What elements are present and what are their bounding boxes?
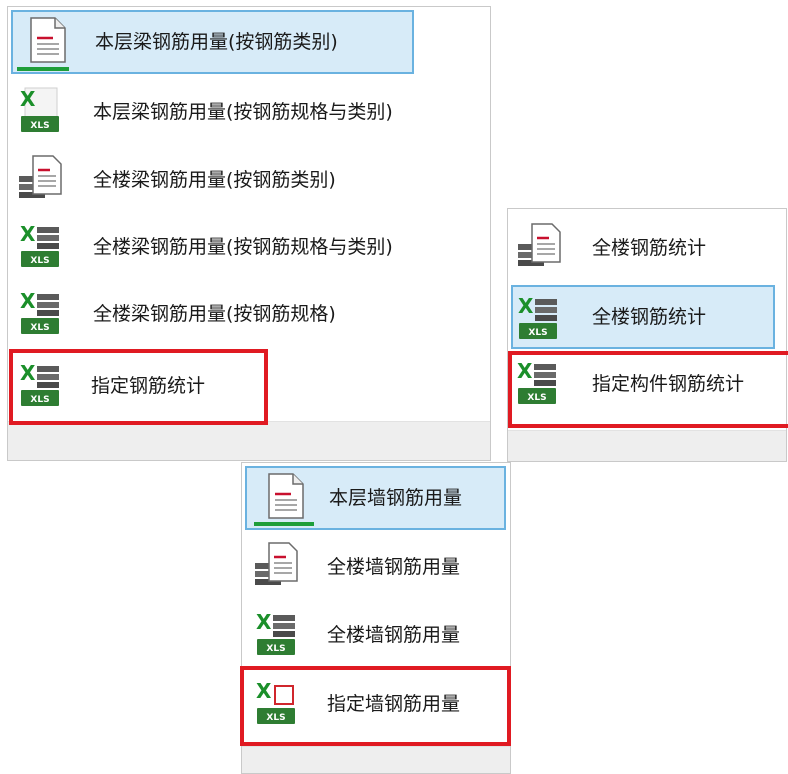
excel-stack-icon <box>17 360 63 410</box>
menu-item-label: 全楼墙钢筋用量 <box>327 556 461 578</box>
menu-item-label: 全楼梁钢筋用量(按钢筋类别) <box>93 169 336 191</box>
menu-item-label: 指定墙钢筋用量 <box>327 693 461 715</box>
document-stack-icon <box>253 541 299 591</box>
excel-box-icon <box>253 678 299 728</box>
excel-stack-icon <box>253 609 299 659</box>
beam-menu-item-building-by-type[interactable]: 全楼梁钢筋用量(按钢筋类别) <box>11 148 487 210</box>
menu-item-label: 本层梁钢筋用量(按钢筋规格与类别) <box>93 101 393 123</box>
rebar-menu-item-specified-component-stats[interactable]: 指定构件钢筋统计 <box>512 354 788 422</box>
menu-item-label: 全楼钢筋统计 <box>592 306 707 328</box>
beam-menu-item-building-by-spec[interactable]: 全楼梁钢筋用量(按钢筋规格) <box>11 282 487 344</box>
selection-underline <box>17 67 69 71</box>
menu-item-label: 本层梁钢筋用量(按钢筋类别) <box>95 31 338 53</box>
excel-stack-icon <box>17 221 63 271</box>
document-report-icon <box>23 16 69 66</box>
menu-item-label: 指定构件钢筋统计 <box>592 373 745 395</box>
wall-menu-item-building-usage[interactable]: 全楼墙钢筋用量 <box>245 535 507 599</box>
menu-footer <box>242 746 510 773</box>
menu-item-label: 本层墙钢筋用量 <box>329 487 463 509</box>
menu-item-label: 全楼墙钢筋用量 <box>327 624 461 646</box>
excel-stack-icon <box>514 358 560 408</box>
menu-footer <box>8 421 490 460</box>
document-stack-icon <box>516 222 562 272</box>
document-stack-icon <box>17 154 63 204</box>
beam-menu-item-floor-by-spec-type[interactable]: 本层梁钢筋用量(按钢筋规格与类别) <box>11 80 487 142</box>
excel-stack-icon <box>515 293 561 343</box>
beam-menu-item-floor-by-type[interactable]: 本层梁钢筋用量(按钢筋类别) <box>11 10 414 74</box>
menu-footer <box>508 430 786 461</box>
beam-menu-item-building-by-spec-type[interactable]: 全楼梁钢筋用量(按钢筋规格与类别) <box>11 215 487 277</box>
wall-menu-item-specified-usage[interactable]: 指定墙钢筋用量 <box>245 670 507 740</box>
menu-item-label: 全楼钢筋统计 <box>592 237 707 259</box>
menu-item-label: 全楼梁钢筋用量(按钢筋规格与类别) <box>93 236 393 258</box>
excel-xls-icon <box>17 86 63 136</box>
menu-item-label: 指定钢筋统计 <box>91 375 206 397</box>
rebar-menu-item-building-stats[interactable]: 全楼钢筋统计 <box>512 214 786 280</box>
excel-stack-icon <box>17 288 63 338</box>
wall-menu-item-floor-usage[interactable]: 本层墙钢筋用量 <box>245 466 506 530</box>
wall-menu-item-building-usage-xls[interactable]: 全楼墙钢筋用量 <box>245 603 507 667</box>
document-report-icon <box>261 472 307 522</box>
rebar-menu-item-building-stats-xls[interactable]: 全楼钢筋统计 <box>511 285 775 349</box>
menu-item-label: 全楼梁钢筋用量(按钢筋规格) <box>93 303 336 325</box>
selection-underline <box>254 522 314 526</box>
beam-menu-item-specified-rebar-stats[interactable]: 指定钢筋统计 <box>11 352 267 422</box>
